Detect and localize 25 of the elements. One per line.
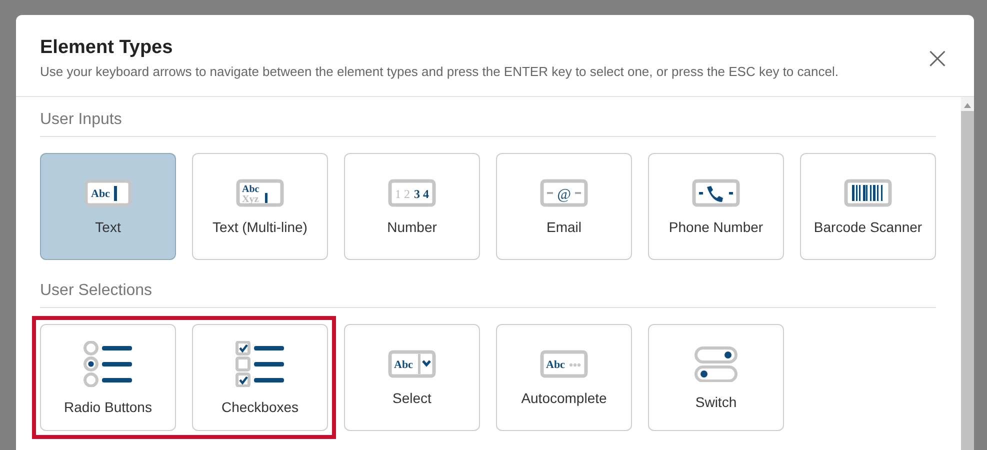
close-button[interactable]: × bbox=[920, 49, 954, 69]
barcode-icon bbox=[844, 178, 892, 206]
number-field-icon: 1 2 3 4 bbox=[388, 178, 436, 206]
select-field-icon: Abc bbox=[388, 350, 436, 378]
text-field-icon: Abc bbox=[84, 178, 132, 206]
multiline-field-icon: Abc Xyz bbox=[236, 178, 284, 206]
element-type-tile[interactable]: Abc Text bbox=[40, 153, 176, 260]
autocomplete-field-icon: Abc bbox=[540, 350, 588, 378]
dialog-instructions: Use your keyboard arrows to navigate between the element types and press the ENTER key to select one, or press the ESC key to cancel. bbox=[40, 64, 840, 79]
element-type-tile[interactable]: Abc Select bbox=[344, 324, 480, 431]
phone-field-icon bbox=[692, 178, 740, 206]
section-heading: User Inputs bbox=[40, 111, 936, 137]
element-type-tile[interactable]: Radio Buttons bbox=[40, 324, 176, 431]
element-type-tile[interactable]: Abc Xyz Text (Multi-line) bbox=[192, 153, 328, 260]
email-field-icon: @ bbox=[540, 178, 588, 206]
element-type-tile[interactable]: Phone Number bbox=[648, 153, 784, 260]
section-heading: User Selections bbox=[40, 282, 936, 308]
dialog-title: Element Types bbox=[40, 37, 174, 59]
scroll-up-arrow-icon[interactable] bbox=[964, 103, 971, 108]
element-type-tile[interactable]: Switch bbox=[648, 324, 784, 431]
element-type-tile[interactable]: Barcode Scanner bbox=[800, 153, 936, 260]
element-type-tile[interactable]: Checkboxes bbox=[192, 324, 328, 431]
element-type-tile[interactable]: Abc Autocomplete bbox=[496, 324, 632, 431]
element-type-tile[interactable]: 1 2 3 4 Number bbox=[344, 153, 480, 260]
element-type-tile[interactable]: @ Email bbox=[496, 153, 632, 260]
